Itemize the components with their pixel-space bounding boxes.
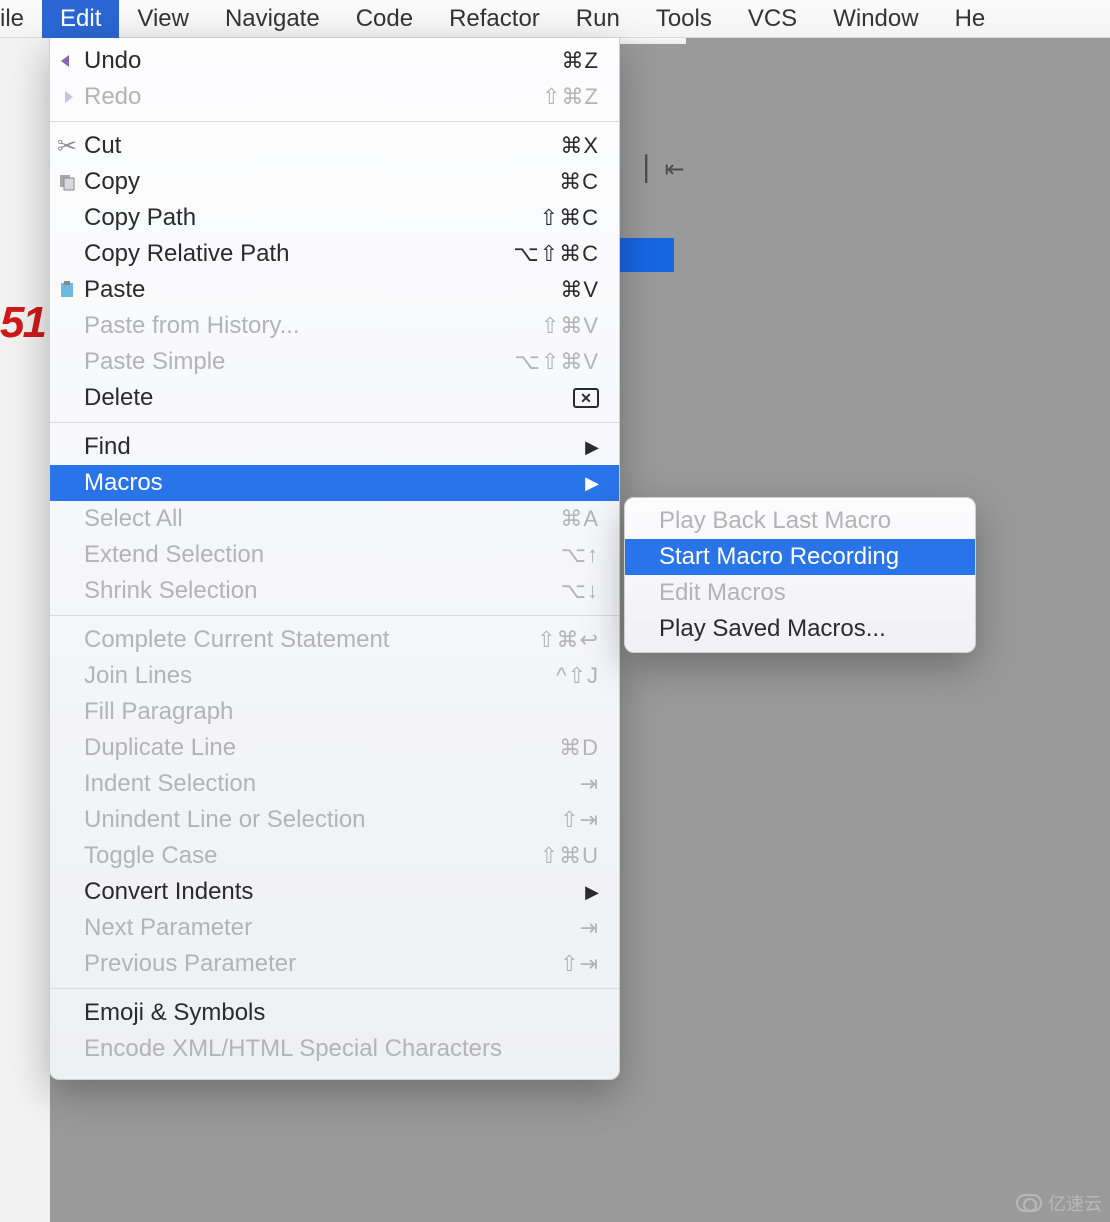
submenu-item-start-macro-recording[interactable]: Start Macro Recording [625, 539, 975, 575]
submenu-item-play-back-last-macro: Play Back Last Macro [625, 503, 975, 539]
menu-item-find[interactable]: Find ▶ [50, 429, 619, 465]
menubar-item-refactor[interactable]: Refactor [431, 0, 558, 38]
divider-icon: ⎮ [640, 155, 653, 184]
menubar-item-edit[interactable]: Edit [42, 0, 119, 38]
menu-item-undo[interactable]: Undo ⌘Z [50, 43, 619, 79]
menu-item-redo: Redo ⇧⌘Z [50, 79, 619, 115]
menubar-item-run[interactable]: Run [558, 0, 638, 38]
left-gutter: 51 [0, 38, 50, 1222]
menu-item-paste[interactable]: Paste ⌘V [50, 272, 619, 308]
menu-item-encode-xml: Encode XML/HTML Special Characters [50, 1031, 619, 1067]
watermark-text: 亿速云 [1048, 1190, 1102, 1216]
menu-separator [50, 988, 619, 989]
menubar-item-view[interactable]: View [119, 0, 207, 38]
menu-item-convert-indents[interactable]: Convert Indents ▶ [50, 874, 619, 910]
menu-separator [50, 615, 619, 616]
menu-item-select-all: Select All ⌘A [50, 501, 619, 537]
copy-icon [56, 173, 78, 191]
menu-item-copy-path[interactable]: Copy Path ⇧⌘C [50, 200, 619, 236]
menu-item-macros[interactable]: Macros ▶ [50, 465, 619, 501]
undo-icon [56, 52, 78, 70]
cut-icon: ✂ [56, 132, 78, 161]
menubar-item-window[interactable]: Window [815, 0, 936, 38]
submenu-item-play-saved-macros[interactable]: Play Saved Macros... [625, 611, 975, 647]
menu-item-cut[interactable]: ✂ Cut ⌘X [50, 128, 619, 164]
delete-key-icon: ✕ [573, 388, 599, 408]
menu-item-join-lines: Join Lines ^⇧J [50, 658, 619, 694]
menu-item-indent-selection: Indent Selection ⇥ [50, 766, 619, 802]
cloud-icon [1016, 1194, 1042, 1212]
submenu-arrow-icon: ▶ [585, 882, 599, 903]
redo-icon [56, 88, 78, 106]
menu-item-toggle-case: Toggle Case ⇧⌘U [50, 838, 619, 874]
menu-item-next-parameter: Next Parameter ⇥ [50, 910, 619, 946]
menu-item-paste-from-history: Paste from History... ⇧⌘V [50, 308, 619, 344]
menu-item-previous-parameter: Previous Parameter ⇧⇥ [50, 946, 619, 982]
gutter-red-number: 51 [0, 298, 45, 348]
menu-item-shrink-selection: Shrink Selection ⌥↓ [50, 573, 619, 609]
menu-item-extend-selection: Extend Selection ⌥↑ [50, 537, 619, 573]
menubar: ile Edit View Navigate Code Refactor Run… [0, 0, 1110, 38]
menubar-item-navigate[interactable]: Navigate [207, 0, 338, 38]
paste-icon [56, 281, 78, 299]
edit-menu-dropdown: Undo ⌘Z Redo ⇧⌘Z ✂ Cut ⌘X Copy ⌘C Copy P… [49, 38, 620, 1080]
menu-item-paste-simple: Paste Simple ⌥⇧⌘V [50, 344, 619, 380]
menu-item-complete-statement: Complete Current Statement ⇧⌘↩ [50, 622, 619, 658]
menubar-item-vcs[interactable]: VCS [730, 0, 815, 38]
menu-separator [50, 422, 619, 423]
menu-item-delete[interactable]: Delete ✕ [50, 380, 619, 416]
menubar-item-tools[interactable]: Tools [638, 0, 730, 38]
submenu-arrow-icon: ▶ [585, 473, 599, 494]
collapse-icon[interactable]: ⇤ [665, 155, 685, 184]
menu-item-unindent: Unindent Line or Selection ⇧⇥ [50, 802, 619, 838]
watermark: 亿速云 [1016, 1190, 1102, 1216]
submenu-item-edit-macros: Edit Macros [625, 575, 975, 611]
menu-item-fill-paragraph: Fill Paragraph [50, 694, 619, 730]
menubar-item-help[interactable]: He [937, 0, 986, 38]
menu-item-copy[interactable]: Copy ⌘C [50, 164, 619, 200]
menubar-item-code[interactable]: Code [338, 0, 431, 38]
menubar-item-file[interactable]: ile [0, 0, 42, 38]
submenu-arrow-icon: ▶ [585, 437, 599, 458]
editor-toolbar-icons: ⎮ ⇤ [640, 155, 685, 184]
macros-submenu: Play Back Last Macro Start Macro Recordi… [624, 497, 976, 653]
menu-item-emoji-symbols[interactable]: Emoji & Symbols [50, 995, 619, 1031]
menu-separator [50, 121, 619, 122]
menu-item-duplicate-line: Duplicate Line ⌘D [50, 730, 619, 766]
menu-item-copy-relative-path[interactable]: Copy Relative Path ⌥⇧⌘C [50, 236, 619, 272]
